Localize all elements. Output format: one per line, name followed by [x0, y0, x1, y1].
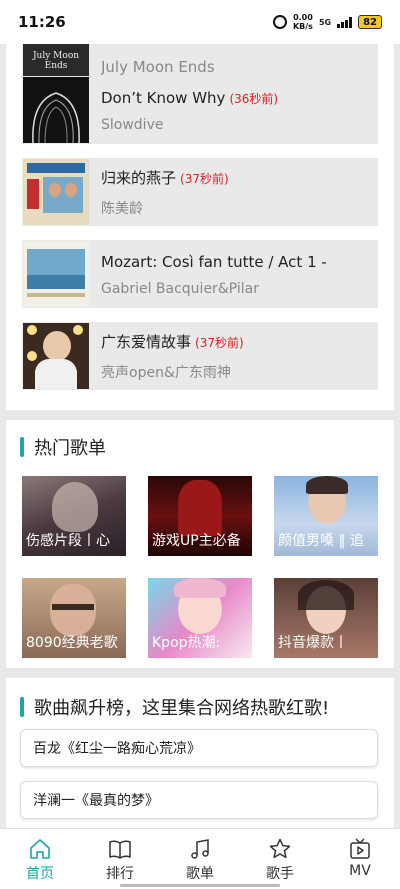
- playlist-name: Kpop热潮:: [152, 635, 221, 651]
- bottom-tab-bar: 首页 排行 歌单 歌手 MV: [0, 828, 400, 889]
- tab-singers[interactable]: 歌手: [240, 829, 320, 889]
- home-indicator: [120, 884, 280, 887]
- tab-mv[interactable]: MV: [320, 829, 400, 889]
- hot-playlists-card: 热门歌单 伤感片段丨心 游戏UP主必备 颜值男嗓 ‖ 追 8090经典老歌 Kp…: [6, 420, 394, 668]
- rising-chart-card: 歌曲飙升榜，这里集合网络热歌红歌! 百龙《红尘一路痴心荒凉》 洋澜一《最真的梦》: [6, 678, 394, 828]
- played-time: (36秒前): [229, 91, 279, 106]
- playlist-card[interactable]: 抖音爆款丨: [274, 578, 378, 658]
- tab-label: MV: [349, 863, 371, 879]
- song-title: Mozart: Così fan tutte / Act 1 -: [101, 252, 327, 271]
- song-title: July Moon Ends: [101, 58, 215, 76]
- song-title: 广东爱情故事: [101, 332, 192, 351]
- played-time: (37秒前): [180, 171, 229, 186]
- section-header: 歌曲飙升榜，这里集合网络热歌红歌!: [20, 694, 329, 720]
- playlist-name: 抖音爆款丨: [278, 635, 348, 651]
- playlist-name: 游戏UP主必备: [152, 533, 241, 549]
- star-icon: [269, 838, 291, 859]
- song-row[interactable]: 归来的燕子 (37秒前) 陈美龄: [22, 158, 378, 226]
- rank-item[interactable]: 洋澜一《最真的梦》: [20, 781, 378, 819]
- playlist-card[interactable]: 伤感片段丨心: [22, 476, 126, 556]
- playlist-card[interactable]: 颜值男嗓 ‖ 追: [274, 476, 378, 556]
- accent-bar: [20, 437, 24, 457]
- status-bar: 11:26 0.00 KB/s 5G 82: [0, 0, 400, 44]
- song-title: 归来的燕子: [101, 168, 177, 187]
- song-row[interactable]: 广东爱情故事 (37秒前) 亮声open&广东雨神: [22, 322, 378, 390]
- playlist-card[interactable]: 8090经典老歌: [22, 578, 126, 658]
- playlist-name: 8090经典老歌: [26, 635, 118, 651]
- tab-home[interactable]: 首页: [0, 829, 80, 889]
- album-cover: [23, 323, 89, 389]
- recent-songs-card: July Moon Ends July Moon Ends Don’t Know…: [6, 22, 394, 410]
- playlist-name: 颜值男嗓 ‖ 追: [278, 533, 364, 549]
- song-row[interactable]: Don’t Know Why (36秒前) Slowdive: [22, 76, 378, 144]
- alarm-icon: [272, 15, 287, 29]
- song-artist: Gabriel Bacquier&Pilar: [101, 280, 259, 297]
- album-cover: [23, 159, 89, 225]
- playlist-card[interactable]: 游戏UP主必备: [148, 476, 252, 556]
- song-title: Don’t Know Why: [101, 88, 226, 107]
- tab-ranking[interactable]: 排行: [80, 829, 160, 889]
- battery-indicator: 82: [358, 15, 382, 29]
- tab-label: 歌单: [186, 866, 214, 882]
- network-speed: 0.00 KB/s: [292, 13, 313, 31]
- tab-label: 排行: [106, 866, 134, 882]
- song-artist: Slowdive: [101, 116, 164, 133]
- home-icon: [30, 839, 50, 859]
- book-icon: [109, 840, 131, 859]
- rank-item[interactable]: 百龙《红尘一路痴心荒凉》: [20, 729, 378, 767]
- status-time: 11:26: [18, 13, 66, 31]
- album-cover: [23, 241, 89, 307]
- playlist-card[interactable]: Kpop热潮:: [148, 578, 252, 658]
- section-title: 歌曲飙升榜，这里集合网络热歌红歌!: [34, 698, 330, 719]
- song-artist: 陈美龄: [101, 200, 143, 217]
- tab-label: 歌手: [266, 866, 294, 882]
- tab-playlists[interactable]: 歌单: [160, 829, 240, 889]
- tab-label: 首页: [26, 866, 54, 882]
- network-type: 5G: [318, 17, 332, 27]
- playlist-name: 伤感片段丨心: [26, 533, 110, 549]
- song-row[interactable]: Mozart: Così fan tutte / Act 1 - Gabriel…: [22, 240, 378, 308]
- status-icons: 0.00 KB/s 5G 82: [272, 13, 382, 31]
- section-header: 热门歌单: [20, 434, 106, 460]
- song-artist: 亮声open&广东雨神: [101, 364, 231, 381]
- signal-icon: [337, 16, 353, 28]
- played-time: (37秒前): [195, 335, 244, 350]
- tv-icon: [350, 838, 370, 859]
- accent-bar: [20, 697, 24, 717]
- section-title: 热门歌单: [34, 438, 106, 459]
- album-cover: [23, 77, 89, 143]
- music-note-icon: [191, 839, 209, 859]
